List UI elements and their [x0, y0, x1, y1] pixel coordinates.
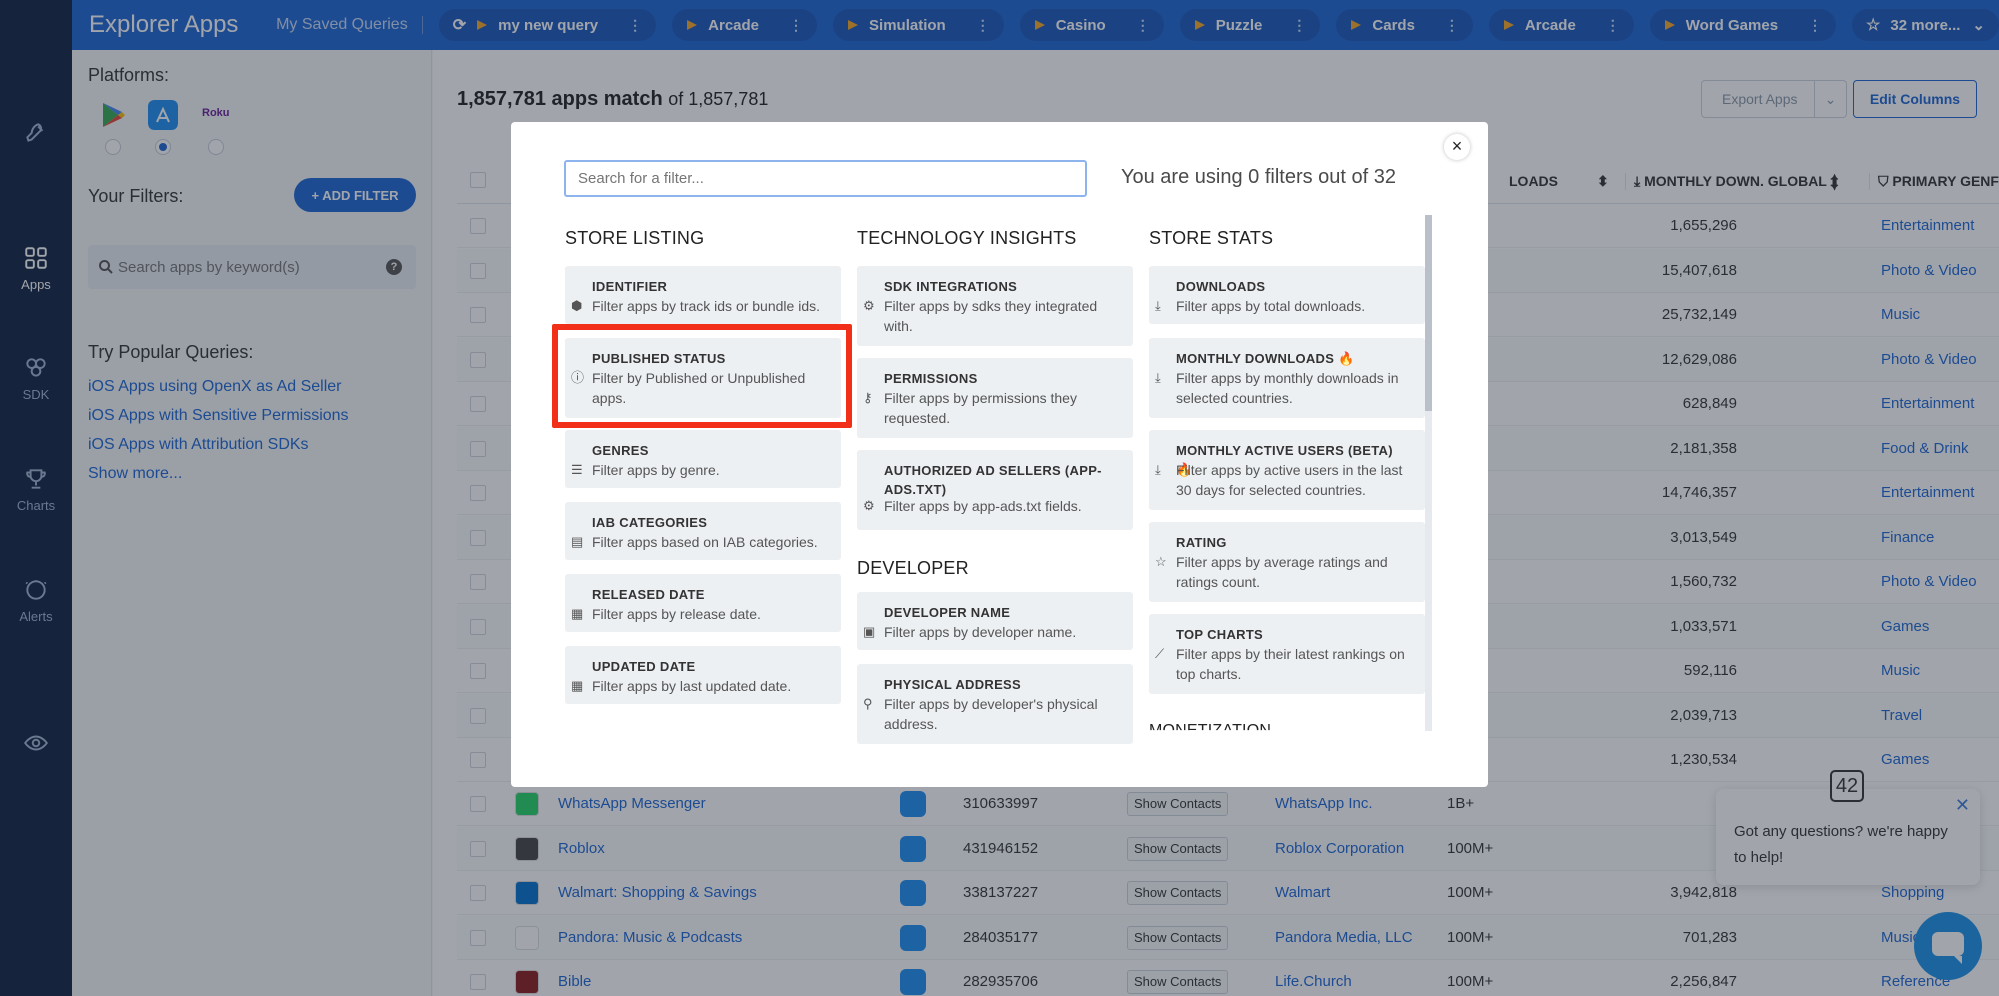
download-icon: ⤓ [1155, 462, 1161, 477]
filter-card-title: TOP CHARTS [1176, 625, 1411, 644]
filter-card-title-text: SDK INTEGRATIONS [884, 279, 1018, 294]
filter-card-title: RELEASED DATE [592, 585, 827, 604]
filter-card-title: UPDATED DATE [592, 657, 827, 676]
download-icon: ⤓ [1155, 298, 1161, 313]
calendar-icon: ▦ [571, 606, 584, 621]
filter-card-description: Filter apps by active users in the last … [1176, 462, 1403, 498]
gear-icon: ⚙ [863, 498, 875, 513]
section-title-store-stats: STORE STATS [1149, 228, 1274, 248]
filter-card-permissions[interactable]: PERMISSIONS ⚷ Filter apps by permissions t… [857, 358, 1133, 438]
filter-card-title: GENRES [592, 441, 827, 460]
filter-card-title: MONTHLY DOWNLOADS 🔥 [1176, 349, 1411, 368]
filter-card-title-text: PHYSICAL ADDRESS [884, 677, 1021, 692]
close-icon[interactable]: × [1444, 134, 1470, 160]
cube-icon: ⬢ [571, 298, 583, 313]
chart-line-icon: ⟋ [1155, 646, 1165, 661]
filter-card-description: Filter apps by genre. [592, 462, 720, 478]
filter-card-description: Filter apps based on IAB categories. [592, 534, 818, 550]
filter-card-title-text: DEVELOPER NAME [884, 605, 1011, 620]
filter-card-description: Filter apps by app-ads.txt fields. [884, 498, 1082, 514]
section-title-store-listing: STORE LISTING [565, 228, 705, 248]
filter-card-description: Filter apps by total downloads. [1176, 298, 1366, 314]
filter-card-iab-categories[interactable]: IAB CATEGORIES ▤ Filter apps based on IAB … [565, 502, 841, 560]
filter-card-title-text: RATING [1176, 535, 1227, 550]
filter-card-description: Filter apps by track ids or bundle ids. [592, 298, 820, 314]
list-icon: ☰ [571, 462, 583, 477]
filter-usage-text: You are using 0 filters out of 32 [1121, 166, 1396, 188]
filter-card-title-text: TOP CHARTS [1176, 627, 1264, 642]
star-icon: ☆ [1155, 554, 1167, 569]
filter-card-authorized-ad-sellers-app-ads-txt[interactable]: AUTHORIZED AD SELLERS (APP-ADS.TXT) ⚙ Filt… [857, 450, 1133, 530]
filter-card-developer-name[interactable]: DEVELOPER NAME ▣ Filter apps by developer … [857, 592, 1133, 650]
filter-card-title-text: RELEASED DATE [592, 587, 705, 602]
filter-card-updated-date[interactable]: UPDATED DATE ▦ Filter apps by last updated… [565, 646, 841, 704]
filter-card-title-text: MONTHLY DOWNLOADS [1176, 351, 1335, 366]
filter-card-description: Filter apps by sdks they integrated with… [884, 298, 1098, 334]
filter-card-top-charts[interactable]: TOP CHARTS ⟋ Filter apps by their latest r… [1149, 614, 1425, 694]
filter-card-title-text: IAB CATEGORIES [592, 515, 708, 530]
filter-search-input[interactable] [564, 160, 1087, 197]
filter-card-description: Filter apps by permissions they requeste… [884, 390, 1077, 426]
filter-card-rating[interactable]: RATING ☆ Filter apps by average ratings an… [1149, 522, 1425, 602]
filter-card-title: RATING [1176, 533, 1411, 552]
filter-card-title-text: AUTHORIZED AD SELLERS (APP-ADS.TXT) [884, 463, 1102, 497]
filter-card-released-date[interactable]: RELEASED DATE ▦ Filter apps by release dat… [565, 574, 841, 632]
section-title-developer: DEVELOPER [857, 558, 969, 578]
filter-card-title: PHYSICAL ADDRESS [884, 675, 1119, 694]
filter-card-description: Filter apps by developer name. [884, 624, 1077, 640]
filter-card-title-text: IDENTIFIER [592, 279, 668, 294]
filter-card-identifier[interactable]: IDENTIFIER ⬢ Filter apps by track ids or b… [565, 266, 841, 324]
gear-icon: ⚙ [863, 298, 875, 313]
filter-card-sdk-integrations[interactable]: SDK INTEGRATIONS ⚙ Filter apps by sdks the… [857, 266, 1133, 346]
highlight-box [552, 324, 852, 428]
download-icon: ⤓ [1155, 370, 1161, 385]
flame-icon: 🔥 [1338, 351, 1355, 366]
filter-card-description: Filter apps by last updated date. [592, 678, 792, 694]
filter-card-title: AUTHORIZED AD SELLERS (APP-ADS.TXT) [884, 461, 1119, 499]
filter-card-title-text: UPDATED DATE [592, 659, 696, 674]
filter-card-description: Filter apps by developer's physical addr… [884, 696, 1098, 732]
filter-card-title: PERMISSIONS [884, 369, 1119, 388]
filter-card-description: Filter apps by their latest rankings on … [1176, 646, 1405, 682]
filter-card-genres[interactable]: GENRES ☰ Filter apps by genre. [565, 430, 841, 488]
filter-picker-modal: × You are using 0 filters out of 32 STOR… [511, 122, 1488, 787]
filter-card-physical-address[interactable]: PHYSICAL ADDRESS ⚲ Filter apps by develope… [857, 664, 1133, 744]
filter-card-description: Filter apps by average ratings and ratin… [1176, 554, 1388, 590]
filter-card-description: Filter apps by monthly downloads in sele… [1176, 370, 1399, 406]
filter-card-title-text: GENRES [592, 443, 649, 458]
filter-card-title-text: MONTHLY ACTIVE USERS (BETA) [1176, 443, 1393, 458]
key-icon: ⚷ [863, 390, 873, 405]
scrollbar-thumb[interactable] [1425, 215, 1432, 411]
badge-icon: ▣ [863, 624, 876, 639]
id-card-icon: ▤ [571, 534, 584, 549]
map-pin-icon: ⚲ [863, 696, 873, 711]
filter-card-title: SDK INTEGRATIONS [884, 277, 1119, 296]
filter-card-monthly-downloads[interactable]: MONTHLY DOWNLOADS 🔥 ⤓ Filter apps by month… [1149, 338, 1425, 418]
calendar-icon: ▦ [571, 678, 584, 693]
filter-card-description: Filter apps by release date. [592, 606, 761, 622]
section-title-monetization: MONETIZATION [1149, 722, 1272, 739]
filter-card-title-text: PERMISSIONS [884, 371, 978, 386]
section-title-technology: TECHNOLOGY INSIGHTS [857, 228, 1077, 248]
filter-card-monthly-active-users-beta[interactable]: MONTHLY ACTIVE USERS (BETA) 🔥 ⤓ Filter app… [1149, 430, 1425, 510]
filter-card-title: IDENTIFIER [592, 277, 827, 296]
filter-card-title: DEVELOPER NAME [884, 603, 1119, 622]
filter-card-title-text: DOWNLOADS [1176, 279, 1266, 294]
filter-card-downloads[interactable]: DOWNLOADS ⤓ Filter apps by total downloads… [1149, 266, 1425, 324]
filter-card-title: IAB CATEGORIES [592, 513, 827, 532]
filter-card-title: DOWNLOADS [1176, 277, 1411, 296]
